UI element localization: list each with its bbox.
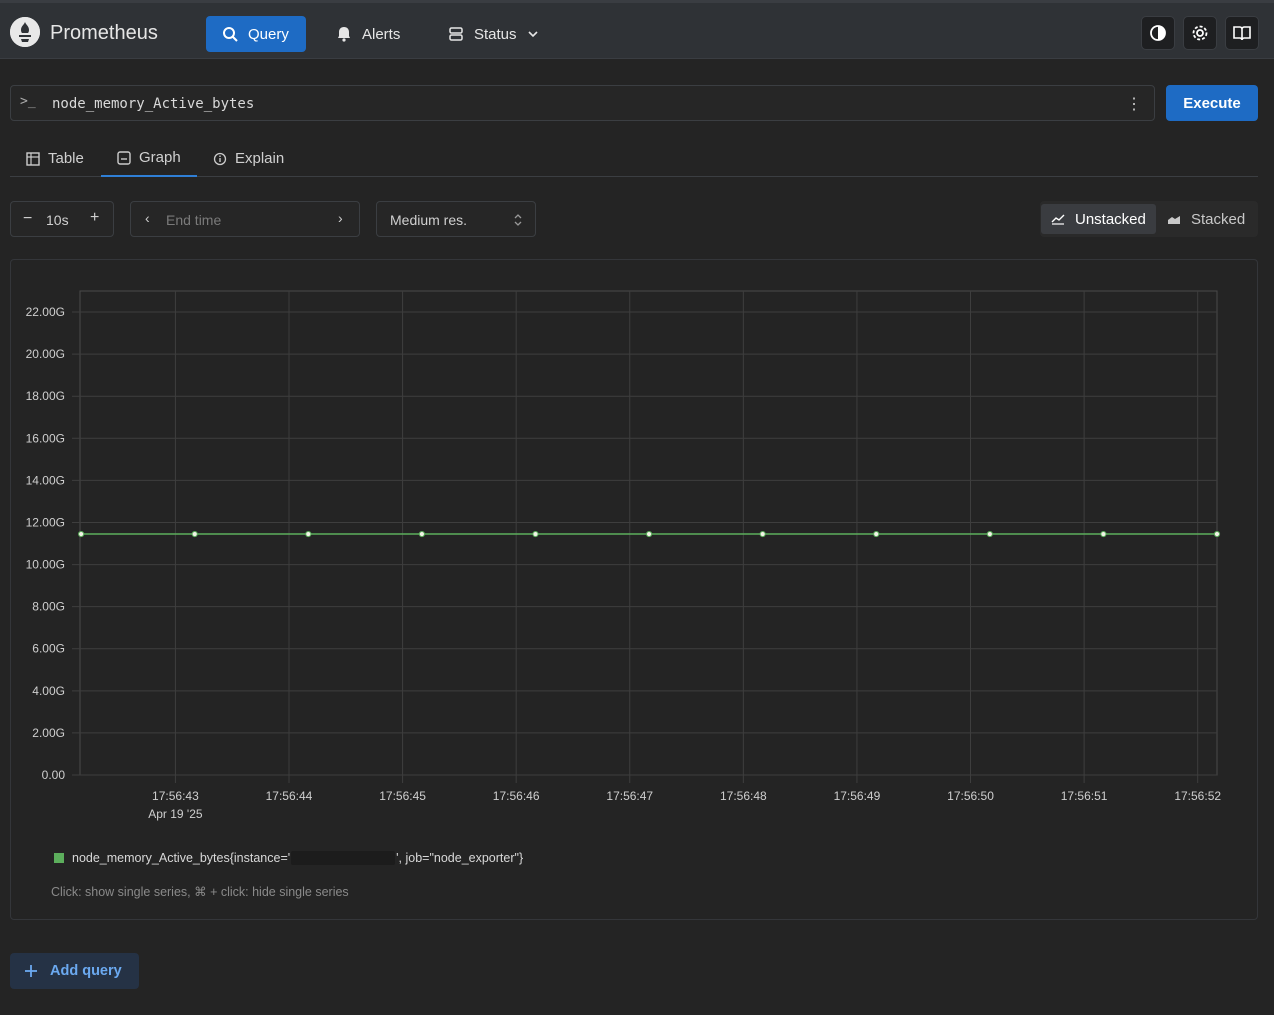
add-query-button[interactable]: Add query	[10, 953, 139, 989]
y-tick-label: 18.00G	[26, 389, 65, 403]
x-date-label: Apr 19 '25	[148, 807, 203, 821]
x-tick-label: 17:56:43	[152, 789, 199, 803]
data-point	[873, 530, 880, 538]
data-point	[305, 530, 312, 538]
x-tick-label: 17:56:52	[1174, 789, 1221, 803]
x-tick-label: 17:56:44	[266, 789, 313, 803]
x-tick-label: 17:56:49	[834, 789, 881, 803]
plus-icon	[25, 965, 37, 977]
x-tick-label: 17:56:45	[379, 789, 426, 803]
legend-hint: Click: show single series, ⌘ + click: hi…	[51, 885, 349, 899]
y-tick-label: 12.00G	[26, 515, 65, 529]
legend-label-start: node_memory_Active_bytes{instance='	[72, 851, 291, 865]
data-point	[78, 530, 85, 538]
x-tick-label: 17:56:47	[606, 789, 653, 803]
data-point	[645, 530, 653, 538]
legend-swatch	[54, 853, 64, 863]
data-point	[986, 530, 993, 538]
data-point	[418, 530, 425, 538]
y-tick-label: 22.00G	[26, 305, 65, 319]
y-tick-label: 14.00G	[26, 473, 65, 487]
y-tick-label: 4.00G	[32, 684, 65, 698]
y-tick-label: 8.00G	[32, 600, 65, 614]
y-tick-label: 6.00G	[32, 642, 65, 656]
data-point	[532, 530, 539, 538]
legend-label-end: ', job="node_exporter"}	[396, 851, 524, 865]
data-point	[759, 530, 766, 538]
add-query-label: Add query	[50, 963, 122, 979]
y-tick-label: 20.00G	[26, 347, 65, 361]
y-tick-label: 2.00G	[32, 726, 65, 740]
x-tick-label: 17:56:51	[1061, 789, 1108, 803]
time-series-chart[interactable]: 0.00 2.00G 4.00G 6.00G 8.00G 10.00G 12.00G 14.0…	[0, 0, 1274, 840]
series-legend-item[interactable]: node_memory_Active_bytes{instance=' ', j…	[54, 851, 523, 865]
data-point	[1213, 530, 1221, 538]
x-tick-label: 17:56:46	[493, 789, 540, 803]
x-tick-label: 17:56:48	[720, 789, 767, 803]
redacted-instance	[291, 851, 396, 865]
data-point	[191, 530, 198, 538]
data-point	[1100, 530, 1107, 538]
y-tick-label: 10.00G	[26, 558, 65, 572]
y-tick-label: 0.00	[42, 768, 66, 782]
y-tick-label: 16.00G	[26, 431, 65, 445]
x-tick-label: 17:56:50	[947, 789, 994, 803]
